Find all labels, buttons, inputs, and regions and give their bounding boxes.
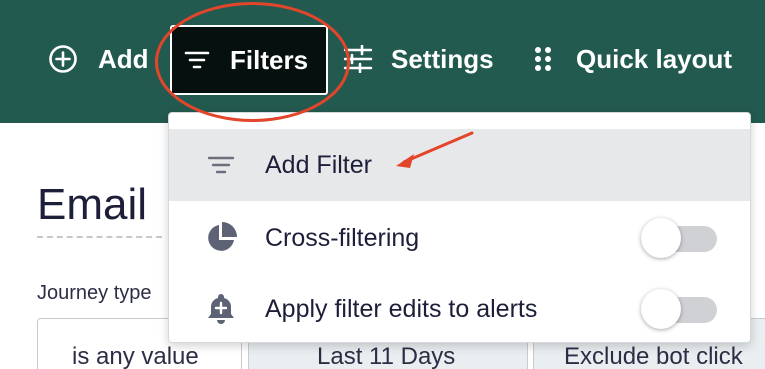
- quick-layout-button[interactable]: Quick layout: [534, 22, 732, 96]
- quick-layout-button-label: Quick layout: [576, 43, 733, 74]
- plus-circle-icon: [48, 44, 78, 74]
- drag-dots-icon: [534, 45, 552, 73]
- journey-type-label: Journey type: [37, 282, 152, 304]
- title-underline: [37, 236, 162, 238]
- filters-button[interactable]: Filters: [170, 25, 328, 95]
- toggle-knob: [641, 289, 681, 329]
- cross-filtering-toggle[interactable]: [641, 218, 717, 258]
- menu-item-add-filter-label: Add Filter: [265, 150, 372, 179]
- menu-item-apply-to-alerts[interactable]: Apply filter edits to alerts: [169, 273, 750, 345]
- menu-item-cross-filtering[interactable]: Cross-filtering: [169, 202, 750, 274]
- filters-button-label: Filters: [230, 44, 309, 75]
- apply-to-alerts-toggle[interactable]: [641, 289, 717, 329]
- filter-lines-icon: [184, 49, 210, 71]
- page-title: Email: [37, 180, 148, 229]
- add-button-label: Add: [98, 43, 149, 74]
- menu-item-apply-to-alerts-label: Apply filter edits to alerts: [265, 294, 538, 323]
- menu-item-cross-filtering-label: Cross-filtering: [265, 223, 420, 252]
- filter-lines-icon: [203, 147, 239, 183]
- dashboard-toolbar: Add Filters Settings Quick layout: [0, 0, 765, 123]
- menu-item-add-filter[interactable]: Add Filter: [169, 129, 750, 201]
- sliders-icon: [343, 45, 373, 73]
- filters-menu: Add Filter Cross-filtering Apply filter …: [168, 112, 751, 343]
- settings-button[interactable]: Settings: [343, 22, 494, 96]
- bell-add-icon: [203, 291, 239, 327]
- settings-button-label: Settings: [391, 43, 494, 74]
- toggle-knob: [641, 218, 681, 258]
- add-button[interactable]: Add: [48, 22, 149, 96]
- pie-chart-icon: [203, 220, 239, 256]
